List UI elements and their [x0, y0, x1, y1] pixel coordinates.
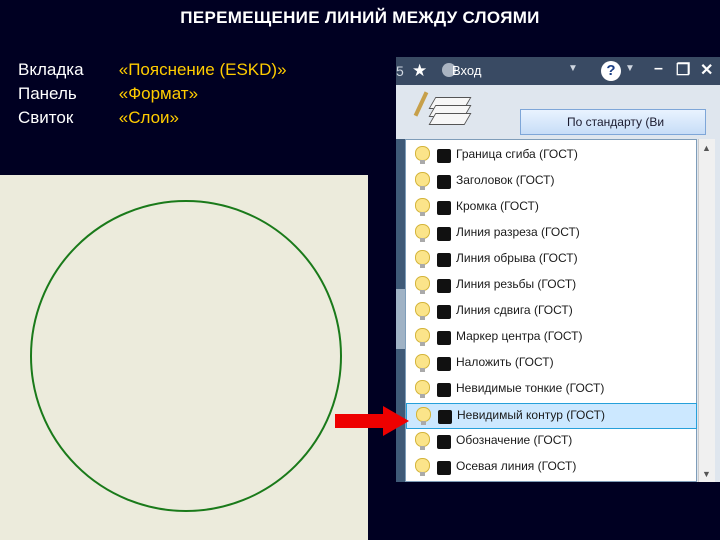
- layer-item[interactable]: Линия резьбы (ГОСТ): [406, 273, 697, 299]
- layer-name: Кромка (ГОСТ): [456, 199, 539, 213]
- instruction-value: «Формат»: [118, 84, 199, 103]
- color-swatch-icon: [437, 253, 451, 267]
- instruction-value: «Пояснение (ESKD)»: [118, 60, 287, 79]
- titlebar-glyph: 5: [396, 63, 404, 79]
- color-swatch-icon: [438, 410, 452, 424]
- layer-item[interactable]: Заголовок (ГОСТ): [406, 169, 697, 195]
- color-swatch-icon: [437, 279, 451, 293]
- instruction-label: Панель: [18, 84, 77, 103]
- color-swatch-icon: [437, 383, 451, 397]
- layer-item-selected[interactable]: Невидимый контур (ГОСТ): [406, 403, 697, 429]
- layer-item[interactable]: Линия сдвига (ГОСТ): [406, 299, 697, 325]
- side-panel-block: [396, 289, 405, 349]
- restore-icon[interactable]: ❐: [676, 60, 690, 80]
- scroll-down-icon[interactable]: ▼: [702, 469, 711, 479]
- layer-name: Невидимый контур (ГОСТ): [457, 408, 605, 422]
- instruction-value: «Слои»: [118, 108, 179, 127]
- lightbulb-icon[interactable]: [415, 354, 430, 372]
- title-bar: 5 ★ Вход ▼ ? ▼ – ❐ ✕: [396, 57, 720, 85]
- scroll-up-icon[interactable]: ▲: [702, 143, 711, 153]
- lightbulb-icon[interactable]: [415, 380, 430, 398]
- lightbulb-icon[interactable]: [415, 276, 430, 294]
- layer-name: Обозначение (ГОСТ): [456, 433, 573, 447]
- lightbulb-icon[interactable]: [415, 302, 430, 320]
- lightbulb-icon[interactable]: [415, 328, 430, 346]
- color-swatch-icon: [437, 149, 451, 163]
- layer-name: Заголовок (ГОСТ): [456, 173, 555, 187]
- layer-item[interactable]: Линия обрыва (ГОСТ): [406, 247, 697, 273]
- instruction-tab: Вкладка «Пояснение (ESKD)»: [18, 58, 287, 82]
- color-swatch-icon: [437, 435, 451, 449]
- lightbulb-icon[interactable]: [416, 407, 431, 425]
- app-window: 5 ★ Вход ▼ ? ▼ – ❐ ✕ По стандарту (Ви Гр…: [396, 57, 720, 482]
- lightbulb-icon[interactable]: [415, 146, 430, 164]
- chevron-down-icon[interactable]: ▼: [625, 63, 635, 74]
- color-swatch-icon: [437, 305, 451, 319]
- drawn-circle[interactable]: [30, 200, 342, 512]
- star-icon[interactable]: ★: [412, 61, 427, 81]
- color-swatch-icon: [437, 461, 451, 475]
- instruction-group: Свиток «Слои»: [18, 106, 287, 130]
- lightbulb-icon[interactable]: [415, 250, 430, 268]
- chevron-down-icon[interactable]: ▼: [568, 63, 578, 74]
- instruction-label: Свиток: [18, 108, 74, 127]
- layers-icon[interactable]: [428, 93, 472, 133]
- color-swatch-icon: [437, 175, 451, 189]
- lightbulb-icon[interactable]: [415, 224, 430, 242]
- layer-item[interactable]: Невидимые тонкие (ГОСТ): [406, 377, 697, 403]
- layer-name: Линия разреза (ГОСТ): [456, 225, 580, 239]
- layer-name: Линия обрыва (ГОСТ): [456, 251, 578, 265]
- instructions: Вкладка «Пояснение (ESKD)» Панель «Форма…: [18, 58, 287, 130]
- lightbulb-icon[interactable]: [415, 432, 430, 450]
- layer-name: Граница сгиба (ГОСТ): [456, 147, 578, 161]
- login-button[interactable]: Вход: [452, 63, 481, 78]
- instruction-panel: Панель «Формат»: [18, 82, 287, 106]
- layer-item[interactable]: Осевая линия (ГОСТ): [406, 455, 697, 481]
- lightbulb-icon[interactable]: [415, 458, 430, 476]
- layer-name: Маркер центра (ГОСТ): [456, 329, 583, 343]
- arrow-head: [383, 406, 409, 436]
- arrow-shaft: [335, 414, 385, 428]
- lightbulb-icon[interactable]: [415, 172, 430, 190]
- standard-style-select[interactable]: По стандарту (Ви: [520, 109, 706, 135]
- layer-name: Линия резьбы (ГОСТ): [456, 277, 577, 291]
- red-arrow-icon: [335, 406, 411, 436]
- layer-item[interactable]: Маркер центра (ГОСТ): [406, 325, 697, 351]
- close-icon[interactable]: ✕: [700, 60, 713, 80]
- color-swatch-icon: [437, 201, 451, 215]
- pen-icon: [416, 91, 426, 121]
- instruction-label: Вкладка: [18, 60, 84, 79]
- layer-item[interactable]: Граница сгиба (ГОСТ): [406, 143, 697, 169]
- layers-dropdown-list[interactable]: Граница сгиба (ГОСТ) Заголовок (ГОСТ) Кр…: [405, 139, 697, 482]
- slide-title: ПЕРЕМЕЩЕНИЕ ЛИНИЙ МЕЖДУ СЛОЯМИ: [180, 8, 540, 27]
- layer-item[interactable]: Обозначение (ГОСТ): [406, 429, 697, 455]
- layer-item[interactable]: Линия разреза (ГОСТ): [406, 221, 697, 247]
- dropdown-scrollbar[interactable]: ▲ ▼: [698, 139, 715, 482]
- layer-name: Наложить (ГОСТ): [456, 355, 554, 369]
- minimize-icon[interactable]: –: [654, 60, 663, 78]
- layer-item[interactable]: Кромка (ГОСТ): [406, 195, 697, 221]
- color-swatch-icon: [437, 357, 451, 371]
- layer-name: Линия сдвига (ГОСТ): [456, 303, 573, 317]
- lightbulb-icon[interactable]: [415, 198, 430, 216]
- color-swatch-icon: [437, 331, 451, 345]
- layer-item[interactable]: Наложить (ГОСТ): [406, 351, 697, 377]
- help-icon[interactable]: ?: [601, 61, 621, 81]
- layer-name: Осевая линия (ГОСТ): [456, 459, 577, 473]
- layer-name: Невидимые тонкие (ГОСТ): [456, 381, 605, 395]
- color-swatch-icon: [437, 227, 451, 241]
